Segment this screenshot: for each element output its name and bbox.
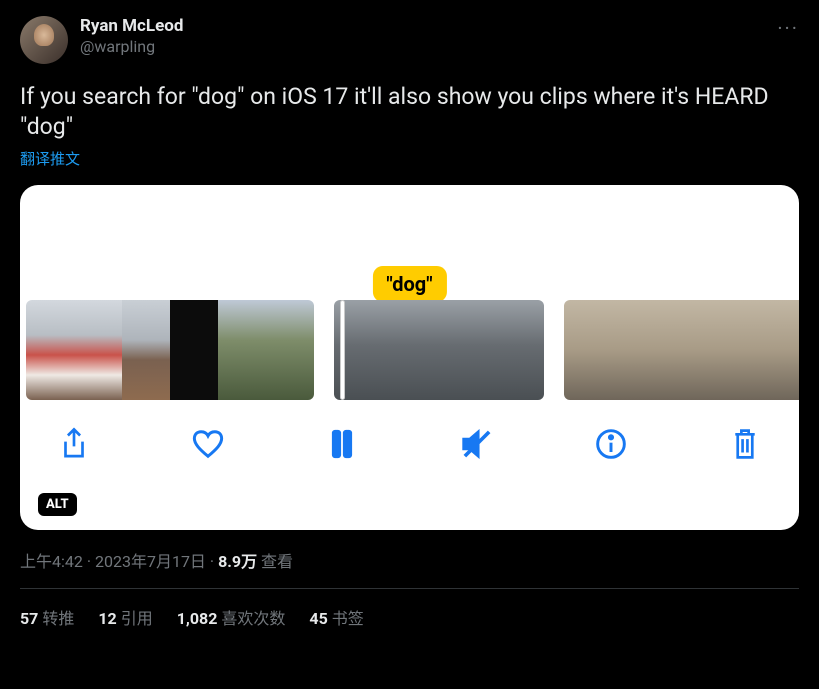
stat-retweets[interactable]: 57转推 (20, 605, 74, 629)
author-handle[interactable]: @warpling (80, 37, 183, 57)
share-button[interactable] (54, 424, 94, 464)
mute-icon (460, 429, 494, 459)
video-frame (218, 300, 266, 400)
bookmarks-label: 书签 (332, 609, 364, 628)
meta-date[interactable]: 2023年7月17日 (95, 552, 206, 571)
likes-num: 1,082 (177, 609, 218, 628)
meta-sep: · (83, 552, 95, 571)
tweet-header: Ryan McLeod @warpling ··· (20, 16, 799, 64)
clip-group-3[interactable] (564, 300, 799, 400)
media-card[interactable]: "dog" (20, 185, 799, 530)
search-bubble: "dog" (372, 266, 446, 302)
avatar[interactable] (20, 16, 68, 64)
mute-button[interactable] (457, 424, 497, 464)
retweets-label: 转推 (42, 609, 74, 628)
video-frame (26, 300, 74, 400)
info-icon (595, 428, 627, 460)
video-frame (170, 300, 218, 400)
bookmarks-num: 45 (309, 609, 327, 628)
video-frame (122, 300, 170, 400)
trash-icon (730, 427, 760, 461)
quotes-num: 12 (98, 609, 116, 628)
share-icon (59, 427, 89, 461)
video-frame (404, 300, 474, 400)
like-button[interactable] (188, 424, 228, 464)
video-scrubber[interactable] (20, 300, 799, 400)
meta-views-num: 8.9万 (218, 552, 257, 571)
author-block: Ryan McLeod @warpling (80, 16, 183, 57)
meta-sep: · (206, 552, 218, 571)
video-frame (266, 300, 314, 400)
clip-group-1[interactable] (26, 300, 314, 400)
video-frame (648, 300, 690, 400)
pause-button[interactable] (322, 424, 362, 464)
likes-label: 喜欢次数 (221, 609, 285, 628)
author-name[interactable]: Ryan McLeod (80, 16, 183, 37)
more-button[interactable]: ··· (777, 16, 799, 40)
clip-group-2[interactable] (334, 300, 544, 400)
playhead[interactable] (340, 300, 345, 400)
video-frame (690, 300, 732, 400)
video-frame (474, 300, 544, 400)
stats-row: 57转推 12 引用 1,082喜欢次数 45 书签 (20, 589, 799, 629)
video-frame (774, 300, 799, 400)
translate-link[interactable]: 翻译推文 (20, 148, 799, 169)
media-toolbar (20, 400, 799, 464)
delete-button[interactable] (725, 424, 765, 464)
quotes-label: 引用 (121, 609, 153, 628)
alt-badge[interactable]: ALT (38, 493, 77, 516)
tweet: Ryan McLeod @warpling ··· If you search … (0, 0, 819, 645)
tweet-text: If you search for "dog" on iOS 17 it'll … (20, 82, 799, 142)
info-button[interactable] (591, 424, 631, 464)
stat-quotes[interactable]: 12 引用 (98, 605, 152, 629)
meta-views-label: 查看 (257, 552, 293, 571)
stat-bookmarks[interactable]: 45 书签 (309, 605, 363, 629)
meta-time[interactable]: 上午4:42 (20, 552, 83, 571)
retweets-num: 57 (20, 609, 38, 628)
tweet-meta: 上午4:42 · 2023年7月17日 · 8.9万 查看 (20, 548, 799, 572)
video-frame (606, 300, 648, 400)
video-frame (732, 300, 774, 400)
media-top: "dog" (20, 185, 799, 300)
video-frame (564, 300, 606, 400)
stat-likes[interactable]: 1,082喜欢次数 (177, 605, 286, 629)
pause-icon (330, 429, 354, 459)
heart-icon (191, 429, 225, 459)
video-frame (74, 300, 122, 400)
